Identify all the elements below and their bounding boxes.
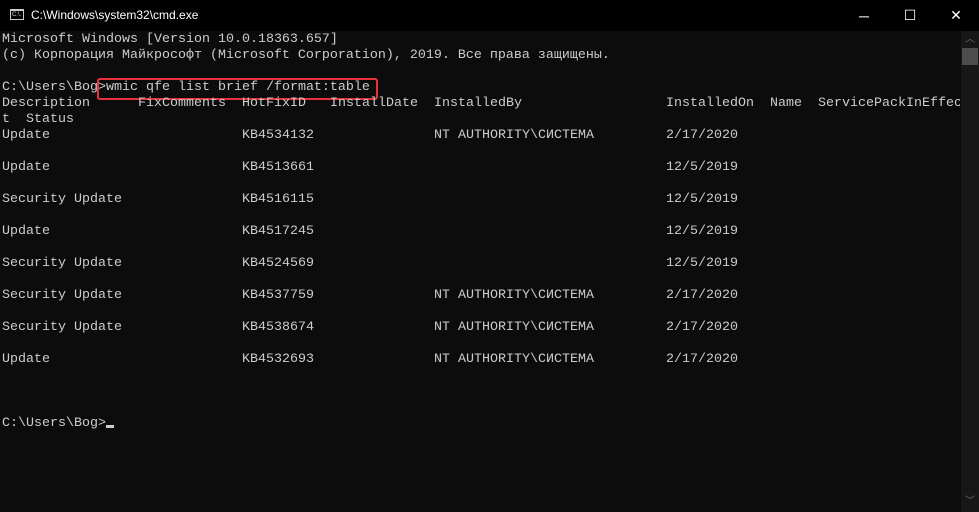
cell-description: Security Update — [2, 256, 122, 271]
scrollbar-thumb[interactable] — [962, 48, 978, 65]
cell-description: Update — [2, 160, 50, 175]
cell-installedon: 12/5/2019 — [666, 160, 738, 175]
column-header: Description — [2, 96, 90, 111]
cell-description: Update — [2, 128, 50, 143]
title-bar[interactable]: C:\. C:\Windows\system32\cmd.exe ─ ☐ ✕ — [0, 0, 979, 31]
cell-installedby: NT AUTHORITY\СИСТЕМА — [434, 128, 594, 143]
banner-line: Microsoft Windows [Version 10.0.18363.65… — [2, 32, 338, 47]
cell-installedon: 12/5/2019 — [666, 192, 738, 207]
cell-installedon: 2/17/2020 — [666, 288, 738, 303]
cell-installedby: NT AUTHORITY\СИСТЕМА — [434, 288, 594, 303]
table-header-wrap: t Status — [2, 112, 74, 127]
column-header: Name — [770, 96, 802, 111]
cell-hotfixid: KB4534132 — [242, 128, 314, 143]
column-header: InstalledBy — [434, 96, 522, 111]
table-header: Description FixComments HotFixID InstallDat… — [2, 96, 960, 112]
cell-hotfixid: KB4513661 — [242, 160, 314, 175]
cell-description: Update — [2, 224, 50, 239]
cell-installedby: NT AUTHORITY\СИСТЕМА — [434, 352, 594, 367]
cell-installedon: 2/17/2020 — [666, 128, 738, 143]
cell-hotfixid: KB4516115 — [242, 192, 314, 207]
cmd-icon: C:\. — [10, 9, 24, 20]
copyright-line: (c) Корпорация Майкрософт (Microsoft Cor… — [2, 48, 610, 63]
maximize-button[interactable]: ☐ — [887, 0, 933, 31]
minimize-button[interactable]: ─ — [841, 0, 887, 31]
column-header: InstalledOn — [666, 96, 754, 111]
cell-hotfixid: KB4538674 — [242, 320, 314, 335]
column-header: FixComments — [138, 96, 226, 111]
cell-installedon: 2/17/2020 — [666, 352, 738, 367]
cell-installedon: 2/17/2020 — [666, 320, 738, 335]
cell-description: Update — [2, 352, 50, 367]
column-header: InstallDate — [330, 96, 418, 111]
cell-hotfixid: KB4524569 — [242, 256, 314, 271]
cell-description: Security Update — [2, 192, 122, 207]
scroll-up-icon[interactable]: ︿ — [961, 32, 979, 48]
prompt: C:\Users\Bog> — [2, 80, 106, 95]
column-header: HotFixID — [242, 96, 306, 111]
cell-hotfixid: KB4517245 — [242, 224, 314, 239]
close-button[interactable]: ✕ — [933, 0, 979, 31]
cell-description: Security Update — [2, 320, 122, 335]
cell-installedon: 12/5/2019 — [666, 256, 738, 271]
final-prompt-line[interactable]: C:\Users\Bog> — [2, 416, 114, 432]
cell-description: Security Update — [2, 288, 122, 303]
cell-installedon: 12/5/2019 — [666, 224, 738, 239]
cell-hotfixid: KB4532693 — [242, 352, 314, 367]
prompt: C:\Users\Bog> — [2, 416, 106, 431]
cell-installedby: NT AUTHORITY\СИСТЕМА — [434, 320, 594, 335]
column-header: ServicePackInEffec — [818, 96, 960, 111]
vertical-scrollbar[interactable]: ︿ ﹀ — [961, 31, 979, 512]
console-output[interactable]: Microsoft Windows [Version 10.0.18363.65… — [0, 31, 961, 512]
cell-hotfixid: KB4537759 — [242, 288, 314, 303]
scroll-down-icon[interactable]: ﹀ — [961, 494, 979, 510]
text-cursor — [105, 425, 114, 428]
window-title: C:\Windows\system32\cmd.exe — [31, 8, 199, 22]
